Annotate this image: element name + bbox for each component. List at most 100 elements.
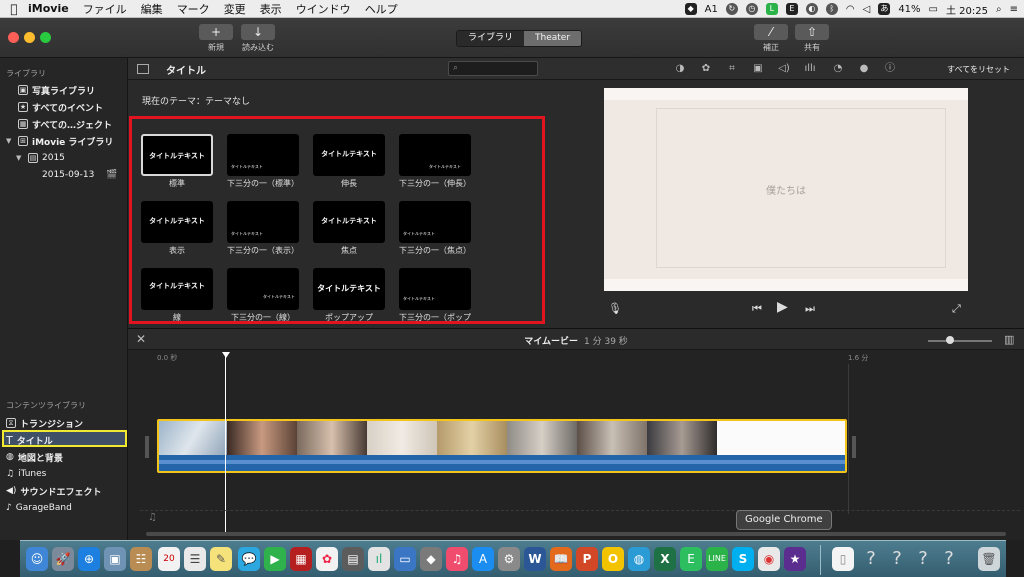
calendar-icon[interactable]: 20 bbox=[158, 547, 180, 571]
unknown-app-icon[interactable]: ? bbox=[912, 547, 934, 571]
safari-icon[interactable]: ⊕ bbox=[78, 547, 100, 571]
spotlight-icon[interactable]: ⌕ bbox=[996, 4, 1002, 15]
minimize-window-button[interactable] bbox=[24, 32, 35, 43]
status-text[interactable]: A1 bbox=[705, 4, 718, 15]
skip-forward-icon[interactable]: ⏭ bbox=[805, 302, 815, 316]
menu-file[interactable]: ファイル bbox=[83, 1, 127, 17]
app-icon[interactable]: ◆ bbox=[420, 547, 442, 571]
clip-trim-handle-right[interactable] bbox=[852, 436, 856, 458]
search-field[interactable]: ⌕ bbox=[448, 61, 538, 76]
finder-icon[interactable]: ☺ bbox=[26, 547, 48, 571]
fullscreen-icon[interactable]: ⤢ bbox=[952, 302, 961, 316]
filter-icon[interactable]: ● bbox=[858, 63, 870, 75]
contacts-icon[interactable]: ☷ bbox=[130, 547, 152, 571]
preview-icon[interactable]: ▣ bbox=[104, 547, 126, 571]
video-clip[interactable] bbox=[157, 419, 847, 473]
bluetooth-icon[interactable]: ᛒ bbox=[825, 3, 838, 15]
apple-menu-icon[interactable]:  bbox=[0, 2, 28, 16]
unknown-app-icon[interactable]: ? bbox=[886, 547, 908, 571]
unknown-app-icon[interactable]: ? bbox=[938, 547, 960, 571]
ibooks-icon[interactable]: 📖 bbox=[550, 547, 572, 571]
fullscreen-window-button[interactable] bbox=[40, 32, 51, 43]
line-icon[interactable]: L bbox=[765, 3, 778, 15]
battery-percent[interactable]: 41% bbox=[898, 4, 920, 15]
sidebar-item-itunes[interactable]: ♫ iTunes bbox=[6, 466, 46, 482]
share-button[interactable]: ⇧ bbox=[795, 24, 829, 40]
numbers-icon[interactable]: ıl bbox=[368, 547, 390, 571]
notes-icon[interactable]: ✎ bbox=[210, 547, 232, 571]
menu-view[interactable]: 表示 bbox=[260, 1, 282, 17]
menu-app-name[interactable]: iMovie bbox=[28, 2, 69, 15]
menu-help[interactable]: ヘルプ bbox=[365, 1, 398, 17]
menu-clock[interactable]: 土 20:25 bbox=[946, 2, 988, 17]
keynote-icon[interactable]: ▭ bbox=[394, 547, 416, 571]
sidebar-toggle-icon[interactable] bbox=[137, 64, 149, 74]
title-tile-standard[interactable]: タイトルテキスト bbox=[141, 134, 213, 176]
title-tile-focus[interactable]: タイトルテキスト bbox=[313, 201, 385, 243]
sidebar-item-maps[interactable]: ◍ 地図と背景 bbox=[6, 449, 63, 465]
reminders-icon[interactable]: ☰ bbox=[184, 547, 206, 571]
sidebar-item-sound-effects[interactable]: ◀) サウンドエフェクト bbox=[6, 483, 101, 499]
title-tile-expand[interactable]: タイトルテキスト bbox=[313, 134, 385, 176]
title-tile-lower-third-expand[interactable]: タイトルテキスト bbox=[399, 134, 471, 176]
color-balance-icon[interactable]: ◑ bbox=[674, 63, 686, 75]
system-preferences-icon[interactable]: ⚙ bbox=[498, 547, 520, 571]
sidebar-item-all-projects[interactable]: ▦ すべての…ジェクト bbox=[6, 116, 112, 132]
launchpad-icon[interactable]: 🚀 bbox=[52, 547, 74, 571]
title-tile-lower-third-reveal[interactable]: タイトルテキスト bbox=[227, 201, 299, 243]
clock-menu-icon[interactable]: ◷ bbox=[745, 3, 758, 15]
google-chrome-icon[interactable]: ◉ bbox=[758, 547, 780, 571]
imovie-icon[interactable]: ★ bbox=[784, 547, 806, 571]
word-icon[interactable]: W bbox=[524, 547, 546, 571]
new-button[interactable]: + bbox=[199, 24, 233, 40]
volume-icon[interactable]: ◁ bbox=[863, 4, 871, 15]
speed-gauge-icon[interactable]: ◔ bbox=[832, 63, 844, 75]
color-palette-icon[interactable]: ✿ bbox=[700, 63, 712, 75]
import-button[interactable]: ↓ bbox=[241, 24, 275, 40]
title-tile-lower-third-standard[interactable]: タイトルテキスト bbox=[227, 134, 299, 176]
messages-icon[interactable]: 💬 bbox=[238, 547, 260, 571]
zoom-slider-knob[interactable] bbox=[946, 336, 954, 344]
evernote-icon[interactable]: E bbox=[785, 3, 798, 15]
sidebar-item-photos[interactable]: ▣ 写真ライブラリ bbox=[6, 82, 95, 98]
trash-icon[interactable]: 🗑 bbox=[978, 547, 1000, 571]
sidebar-item-imovie-library[interactable]: ▼ ⊞ iMovie ライブラリ bbox=[6, 133, 113, 149]
line-icon[interactable]: LINE bbox=[706, 547, 728, 571]
sidebar-item-garageband[interactable]: ♪ GarageBand bbox=[6, 500, 72, 516]
facetime-icon[interactable]: ▶ bbox=[264, 547, 286, 571]
close-window-button[interactable] bbox=[8, 32, 19, 43]
skype-icon[interactable]: S bbox=[732, 547, 754, 571]
photo-booth-icon[interactable]: ▦ bbox=[290, 547, 312, 571]
input-mode-icon[interactable]: あ bbox=[878, 3, 891, 15]
title-tile-popup[interactable]: タイトルテキスト bbox=[313, 268, 385, 310]
dropbox-icon[interactable]: ◆ bbox=[684, 3, 697, 15]
excel-icon[interactable]: X bbox=[654, 547, 676, 571]
outlook-icon[interactable]: O bbox=[602, 547, 624, 571]
reset-all-button[interactable]: すべてをリセット bbox=[947, 64, 1010, 75]
timeline-scrollbar[interactable] bbox=[146, 532, 1006, 536]
sync-icon[interactable]: ↻ bbox=[725, 3, 738, 15]
sidebar-item-2015-09-13[interactable]: 2015-09-13 🎬 bbox=[42, 167, 118, 183]
crop-icon[interactable]: ⌗ bbox=[726, 63, 738, 75]
microphone-icon[interactable]: 🎙 bbox=[608, 302, 622, 315]
info-icon[interactable]: ⓘ bbox=[884, 63, 896, 75]
app-store-icon[interactable]: A bbox=[472, 547, 494, 571]
menu-mark[interactable]: マーク bbox=[177, 1, 210, 17]
disclosure-triangle-icon[interactable]: ▼ bbox=[16, 154, 24, 162]
itunes-icon[interactable]: ♫ bbox=[446, 547, 468, 571]
playhead[interactable] bbox=[222, 352, 230, 532]
zoom-slider[interactable] bbox=[928, 336, 992, 344]
title-tile-reveal[interactable]: タイトルテキスト bbox=[141, 201, 213, 243]
volume-adjust-icon[interactable]: ◁) bbox=[778, 63, 790, 75]
title-tile-lower-third-focus[interactable]: タイトルテキスト bbox=[399, 201, 471, 243]
document-icon[interactable]: ▯ bbox=[832, 547, 854, 571]
wifi-icon[interactable]: ◠ bbox=[846, 4, 855, 15]
play-icon[interactable]: ▶ bbox=[777, 299, 788, 315]
title-tile-line[interactable]: タイトルテキスト bbox=[141, 268, 213, 310]
menu-modify[interactable]: 変更 bbox=[224, 1, 246, 17]
display-icon[interactable]: ◐ bbox=[805, 3, 818, 15]
enhance-button[interactable]: ⁄ bbox=[754, 24, 788, 40]
sidebar-item-2015[interactable]: ▼ ▤ 2015 bbox=[16, 150, 65, 166]
sidebar-item-all-events[interactable]: ★ すべてのイベント bbox=[6, 99, 103, 115]
sidebar-item-transitions[interactable]: ⧖ トランジション bbox=[6, 415, 83, 431]
